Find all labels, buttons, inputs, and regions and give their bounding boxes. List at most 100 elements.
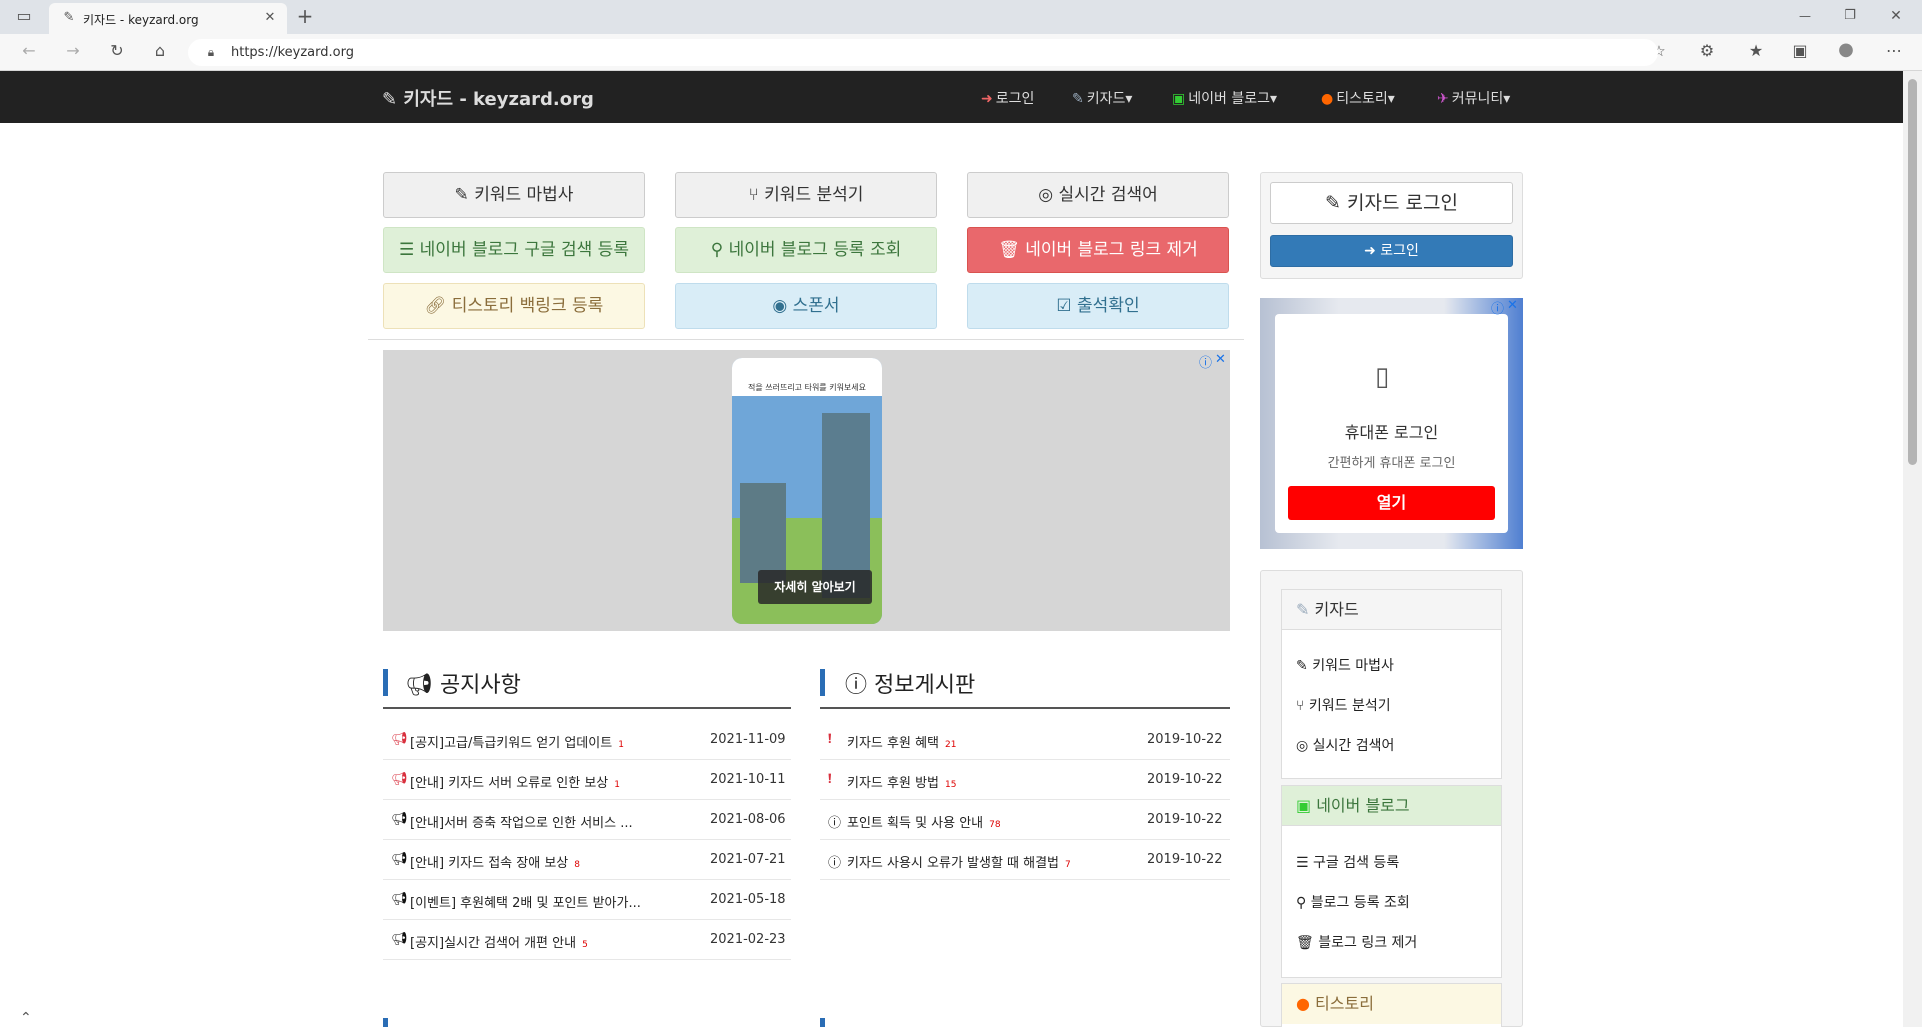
ad-tower-left — [740, 483, 786, 583]
sidebar-item-google-register[interactable]: ☰ 구글 검색 등록 — [1296, 852, 1399, 872]
sidebar-item-link-remove[interactable]: 🗑︎ 블로그 링크 제거 — [1296, 932, 1417, 952]
board-row[interactable]: 📢︎ [안내]서버 증축 작업으로 인한 서비스 ... 2021-08-06 — [383, 800, 791, 840]
refresh-icon[interactable]: ↻ — [106, 41, 128, 63]
close-window-button[interactable]: ✕ — [1885, 6, 1907, 28]
nav-login[interactable]: ➜ 로그인 — [981, 88, 1034, 108]
sidebar-toggle-icon[interactable]: ▭ — [13, 6, 35, 28]
back-icon[interactable]: ← — [18, 41, 40, 63]
keyword-analyzer-button[interactable]: ⑂ 키워드 분석기 — [675, 172, 937, 218]
site-brand[interactable]: ✎ 키자드 - keyzard.org — [382, 85, 594, 111]
sidebar-item-label: 블로그 등록 조회 — [1310, 895, 1410, 911]
ad-close-icon[interactable]: ✕ — [1215, 352, 1226, 367]
close-tab-icon[interactable]: ✕ — [259, 8, 281, 30]
profile-avatar-icon[interactable]: ● — [1835, 40, 1857, 62]
site-navbar: ✎ 키자드 - keyzard.org ➜ 로그인 ✎ 키자드▾ ▣ 네이버 블로그▾… — [0, 71, 1903, 123]
sidebar-section-header[interactable]: ● 티스토리 — [1282, 984, 1501, 1024]
info-icon: ❗︎ — [828, 732, 832, 747]
notice-board-title[interactable]: 📢︎ 공지사항 — [405, 667, 521, 699]
naver-link-remove-button[interactable]: 🗑︎ 네이버 블로그 링크 제거 — [967, 227, 1229, 273]
naver-google-register-button[interactable]: ☰ 네이버 블로그 구글 검색 등록 — [383, 227, 645, 273]
nav-tistory[interactable]: ● 티스토리▾ — [1321, 88, 1395, 108]
board-row[interactable]: 📢︎ [이벤트] 후원혜택 2배 및 포인트 받아가... 2021-05-18 — [383, 880, 791, 920]
login-icon: ➜ — [981, 91, 993, 107]
naver-blog-lookup-button[interactable]: ⚲ 네이버 블로그 등록 조회 — [675, 227, 937, 273]
extensions-icon[interactable]: ⚙ — [1696, 41, 1718, 63]
board-row[interactable]: 📢︎ [안내] 키자드 서버 오류로 인한 보상 1 2021-10-11 — [383, 760, 791, 800]
restore-button[interactable]: ❐ — [1839, 6, 1861, 28]
row-title-text: 포인트 획득 및 사용 안내 — [847, 816, 984, 831]
row-date: 2019-10-22 — [1147, 732, 1223, 747]
attendance-button[interactable]: ☑ 출석확인 — [967, 283, 1229, 329]
sidebar-item-blog-lookup[interactable]: ⚲ 블로그 등록 조회 — [1296, 892, 1410, 912]
nav-community[interactable]: ✈ 커뮤니티▾ — [1437, 88, 1510, 108]
browser-tab[interactable]: ✎ 키자드 - keyzard.org ✕ — [49, 3, 287, 34]
ad-banner[interactable]: 적을 쓰러뜨리고 타워를 키워보세요 자세히 알아보기 ⓘ ✕ — [383, 350, 1230, 631]
page-scrollbar[interactable] — [1903, 71, 1922, 1027]
ad-game-image[interactable]: 적을 쓰러뜨리고 타워를 키워보세요 자세히 알아보기 — [732, 358, 882, 624]
forward-icon[interactable]: → — [62, 41, 84, 63]
row-title[interactable]: [공지]실시간 검색어 개편 안내 5 — [410, 932, 588, 951]
board-divider — [820, 707, 1230, 709]
sidebar-item-label: 키워드 마법사 — [1312, 658, 1394, 674]
tistory-backlink-button[interactable]: 🔗︎ 티스토리 백링크 등록 — [383, 283, 645, 329]
row-title[interactable]: 키자드 사용시 오류가 발생할 때 해결법 7 — [847, 852, 1071, 871]
nav-tistory-label: 티스토리 — [1336, 91, 1388, 107]
board-row[interactable]: ❗︎ 키자드 후원 방법 15 2019-10-22 — [820, 760, 1230, 800]
nav-naver-blog[interactable]: ▣ 네이버 블로그▾ — [1172, 88, 1277, 108]
wand-icon: ✎ — [1072, 91, 1084, 107]
sponsor-button[interactable]: ◉ 스폰서 — [675, 283, 937, 329]
nav-keyzard[interactable]: ✎ 키자드▾ — [1072, 88, 1132, 108]
row-title[interactable]: 포인트 획득 및 사용 안내 78 — [847, 812, 1001, 831]
login-button[interactable]: ➜ 로그인 — [1270, 235, 1513, 267]
url-field[interactable]: 🔒︎ https://keyzard.org — [188, 39, 1658, 66]
megaphone-icon: 📢︎ — [391, 772, 408, 787]
login-panel-title-text: 키자드 로그인 — [1347, 192, 1458, 214]
wand-icon: ✎ — [454, 185, 475, 205]
sidebar-item-realtime-search[interactable]: ◎ 실시간 검색어 — [1296, 735, 1394, 755]
sidebar-section-header[interactable]: ✎ 키자드 — [1282, 590, 1501, 630]
info-board-title[interactable]: ⓘ 정보게시판 — [845, 667, 975, 699]
home-icon[interactable]: ⌂ — [149, 41, 171, 63]
favorites-icon[interactable]: ★ — [1745, 41, 1767, 63]
ad-close-icon[interactable]: ✕ — [1507, 298, 1518, 313]
more-menu-icon[interactable]: ⋯ — [1883, 41, 1905, 63]
board-row[interactable]: 📢︎ [공지]실시간 검색어 개편 안내 5 2021-02-23 — [383, 920, 791, 960]
naver-blog-lookup-label: 네이버 블로그 등록 조회 — [728, 240, 902, 260]
info-icon: ⓘ — [845, 673, 874, 698]
side-ad[interactable]: ▯ 휴대폰 로그인 간편하게 휴대폰 로그인 열기 ⓘ ✕ — [1260, 298, 1523, 549]
ad-info-icon[interactable]: ⓘ — [1199, 352, 1212, 371]
row-title[interactable]: [공지]고급/특급키워드 얻기 업데이트 1 — [410, 732, 624, 751]
chevron-up-icon[interactable]: ⌃ — [20, 1010, 32, 1026]
row-title[interactable]: [안내]서버 증축 작업으로 인한 서비스 ... — [410, 812, 639, 831]
new-tab-button[interactable]: + — [294, 6, 316, 28]
board-row[interactable]: ❗︎ 키자드 후원 혜택 21 2019-10-22 — [820, 720, 1230, 760]
minimize-button[interactable]: — — [1794, 6, 1816, 28]
keyword-wizard-button[interactable]: ✎ 키워드 마법사 — [383, 172, 645, 218]
ad-info-icon[interactable]: ⓘ — [1491, 298, 1504, 317]
row-title[interactable]: 키자드 후원 방법 15 — [847, 772, 956, 791]
search-icon: ⚲ — [1296, 895, 1311, 911]
sidebar-item-keyword-wizard[interactable]: ✎ 키워드 마법사 — [1296, 655, 1394, 675]
sidebar-section-header[interactable]: ▣ 네이버 블로그 — [1282, 786, 1501, 826]
realtime-search-button[interactable]: ◎ 실시간 검색어 — [967, 172, 1229, 218]
board-row[interactable]: 📢︎ [공지]고급/특급키워드 얻기 업데이트 1 2021-11-09 — [383, 720, 791, 760]
compass-icon: ◎ — [1038, 185, 1059, 205]
tistory-backlink-label: 티스토리 백링크 등록 — [451, 296, 604, 316]
board-row[interactable]: 📢︎ [안내] 키자드 접속 장애 보상 8 2021-07-21 — [383, 840, 791, 880]
row-title[interactable]: 키자드 후원 혜택 21 — [847, 732, 956, 751]
row-title[interactable]: [이벤트] 후원혜택 2배 및 포인트 받아가... — [410, 892, 647, 911]
scrollbar-thumb[interactable] — [1908, 79, 1917, 465]
row-title[interactable]: [안내] 키자드 접속 장애 보상 8 — [410, 852, 580, 871]
row-title[interactable]: [안내] 키자드 서버 오류로 인한 보상 1 — [410, 772, 620, 791]
tistory-icon: ● — [1296, 994, 1316, 1013]
sidebar-section-title: 키자드 — [1314, 600, 1359, 619]
collections-icon[interactable]: ▣ — [1789, 41, 1811, 63]
side-ad-card[interactable]: ▯ 휴대폰 로그인 간편하게 휴대폰 로그인 열기 — [1275, 314, 1508, 533]
sidebar-item-label: 블로그 링크 제거 — [1318, 935, 1418, 951]
megaphone-icon: 📢︎ — [391, 812, 408, 827]
board-row[interactable]: ⓘ 키자드 사용시 오류가 발생할 때 해결법 7 2019-10-22 — [820, 840, 1230, 880]
board-row[interactable]: ⓘ 포인트 획득 및 사용 안내 78 2019-10-22 — [820, 800, 1230, 840]
ad-learn-more-button[interactable]: 자세히 알아보기 — [758, 570, 872, 604]
sidebar-item-keyword-analyzer[interactable]: ⑂ 키워드 분석기 — [1296, 695, 1391, 715]
side-ad-open-button[interactable]: 열기 — [1288, 486, 1495, 520]
